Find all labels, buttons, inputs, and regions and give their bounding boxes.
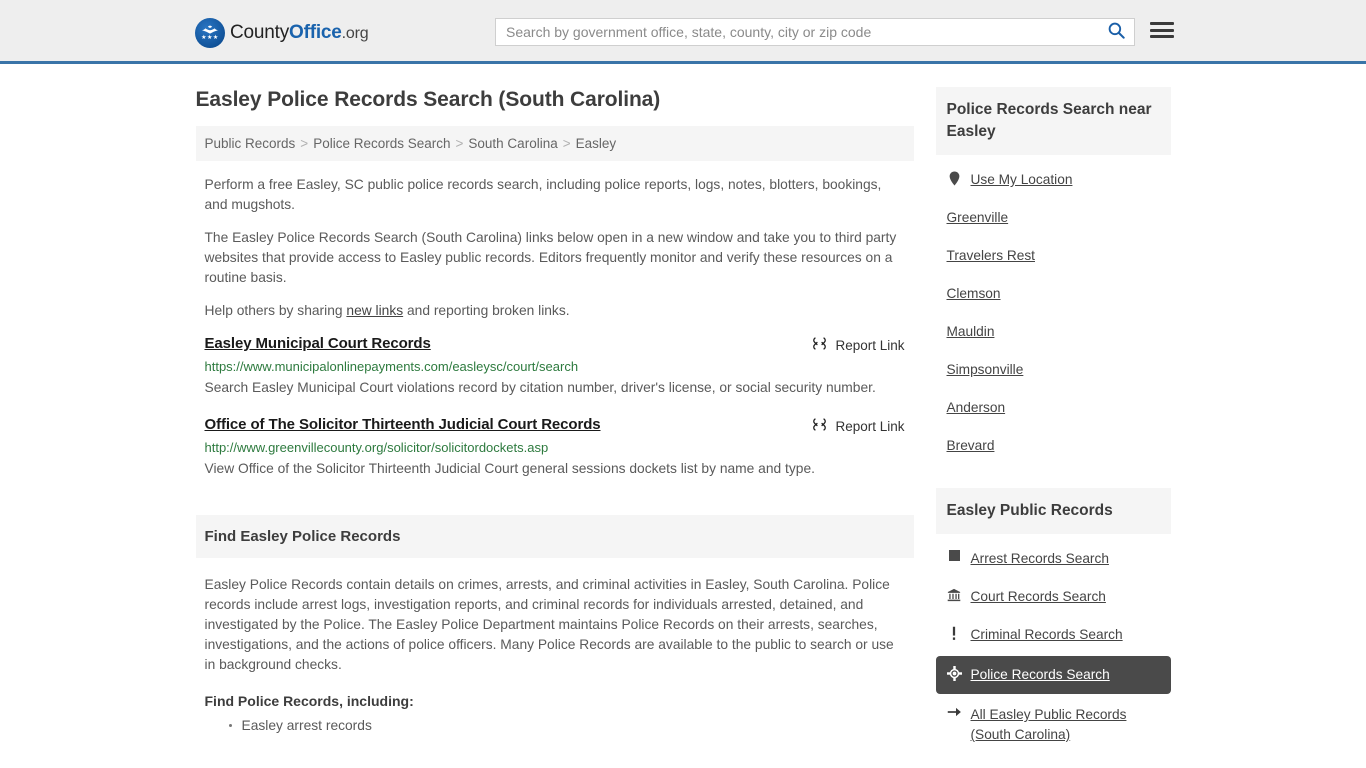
result-title-link[interactable]: Office of The Solicitor Thirteenth Judic… [205,416,601,433]
square-icon [947,549,962,561]
sidebar-item-criminal-records-search[interactable]: Criminal Records Search [936,616,1171,654]
intro-paragraph-2: The Easley Police Records Search (South … [204,230,897,285]
report-link-button[interactable]: Report Link [812,416,905,435]
police-badge-icon [946,665,962,681]
find-records-list: Easley arrest records [196,715,914,737]
breadcrumb: Public Records > Police Records Search > Sou… [195,126,914,161]
sidebar-item-label[interactable]: Clemson [947,284,1001,304]
logo-text-org: .org [341,25,369,42]
logo-text-office: Office [289,22,342,43]
sidebar-item-label[interactable]: Greenville [947,208,1009,228]
sidebar-item-clemson[interactable]: Clemson [936,275,1171,313]
courthouse-icon [947,587,962,602]
result-title-link[interactable]: Easley Municipal Court Records [205,335,431,352]
public-records-panel-heading: Easley Public Records [935,488,1171,534]
breadcrumb-separator: > [300,136,309,151]
search-input[interactable] [496,19,1098,45]
main-content: Easley Police Records Search (South Caro… [195,64,914,754]
result-url: https://www.municipalonlinepayments.com/… [204,359,579,374]
report-link-button[interactable]: Report Link [812,335,905,354]
sidebar-item-court-records-search[interactable]: Court Records Search [936,578,1171,616]
help-paragraph: Help others by sharing new links and rep… [196,301,914,321]
sidebar-item-label[interactable]: Anderson [947,398,1006,418]
breadcrumb-item-public-records[interactable]: Public Records [205,136,296,151]
find-section-body: Easley Police Records contain details on… [196,575,914,675]
intro-paragraph-1: Perform a free Easley, SC public police … [204,177,882,212]
sidebar-item-label[interactable]: Use My Location [971,170,1073,190]
sidebar-item-police-records-search[interactable]: Police Records Search [935,656,1171,694]
sidebar-item-label[interactable]: Criminal Records Search [971,625,1123,645]
result-item: Easley Municipal Court Records Report Li… [196,335,914,400]
broken-link-icon [812,417,827,435]
site-logo[interactable]: ★★★ CountyOffice.org [195,18,369,48]
arrow-right-icon [947,705,962,718]
sidebar-item-label[interactable]: Arrest Records Search [971,549,1109,569]
breadcrumb-separator: > [562,136,571,151]
site-header: ★★★ CountyOffice.org [0,0,1366,64]
breadcrumb-item-easley[interactable]: Easley [576,136,617,151]
result-url: http://www.greenvillecounty.org/solicito… [204,440,549,455]
page-title: Easley Police Records Search (South Caro… [195,88,661,111]
breadcrumb-separator: > [455,136,464,151]
page-body: Easley Police Records Search (South Caro… [0,64,1366,754]
sidebar-item-greenville[interactable]: Greenville [936,199,1171,237]
result-description: Search Easley Municipal Court violations… [204,380,876,395]
report-link-label: Report Link [835,418,905,434]
breadcrumb-item-south-carolina[interactable]: South Carolina [468,136,557,151]
broken-link-icon [812,336,827,354]
sidebar-item-arrest-records-search[interactable]: Arrest Records Search [936,540,1171,578]
sidebar-item-simpsonville[interactable]: Simpsonville [936,351,1171,389]
three-stars-icon: ★★★ [201,35,219,41]
sidebar-item-anderson[interactable]: Anderson [936,389,1171,427]
public-records-panel: Easley Public Records Arrest Records Sea… [935,488,1171,754]
help-text-before: Help others by sharing [204,303,347,318]
sidebar-item-label[interactable]: Travelers Rest [947,246,1035,266]
sidebar-item-label[interactable]: Police Records Search [971,665,1110,685]
breadcrumb-item-police-records-search[interactable]: Police Records Search [313,136,450,151]
near-panel: Police Records Search near Easley Use My… [935,87,1171,465]
search-button[interactable] [1098,19,1134,45]
sidebar-item-brevard[interactable]: Brevard [936,427,1171,465]
search-bar [495,18,1135,46]
find-section-subheading: Find Police Records, including: [204,693,414,709]
eagle-seal-icon: ★★★ [195,18,225,48]
help-text-after: and reporting broken links. [403,303,570,318]
sidebar-item-label[interactable]: Mauldin [947,322,995,342]
sidebar-item-travelers-rest[interactable]: Travelers Rest [936,237,1171,275]
logo-wordmark: CountyOffice.org [230,22,369,44]
result-item: Office of The Solicitor Thirteenth Judic… [196,416,914,481]
sidebar-item-label[interactable]: All Easley Public Records (South Carolin… [971,705,1160,745]
report-link-label: Report Link [835,337,905,353]
search-icon [1108,22,1125,42]
near-panel-heading: Police Records Search near Easley [935,87,1171,155]
find-section-paragraph: Easley Police Records contain details on… [204,577,894,672]
sidebar-item-label[interactable]: Simpsonville [947,360,1024,380]
sidebar-item-use-my-location[interactable]: Use My Location [936,161,1171,199]
new-links-link[interactable]: new links [346,303,403,318]
exclamation-icon [947,625,962,641]
hamburger-menu-icon[interactable] [1150,20,1174,40]
sidebar-item-all-public-records[interactable]: All Easley Public Records (South Carolin… [936,696,1171,754]
result-description: View Office of the Solicitor Thirteenth … [204,461,815,476]
sidebar: Police Records Search near Easley Use My… [935,64,1171,754]
sidebar-item-mauldin[interactable]: Mauldin [936,313,1171,351]
sidebar-item-label[interactable]: Court Records Search [971,587,1106,607]
find-section-heading: Find Easley Police Records [195,515,914,558]
logo-text-county: County [230,22,290,43]
sidebar-item-label[interactable]: Brevard [947,436,995,456]
map-pin-icon [947,170,962,186]
list-item: Easley arrest records [228,715,905,737]
